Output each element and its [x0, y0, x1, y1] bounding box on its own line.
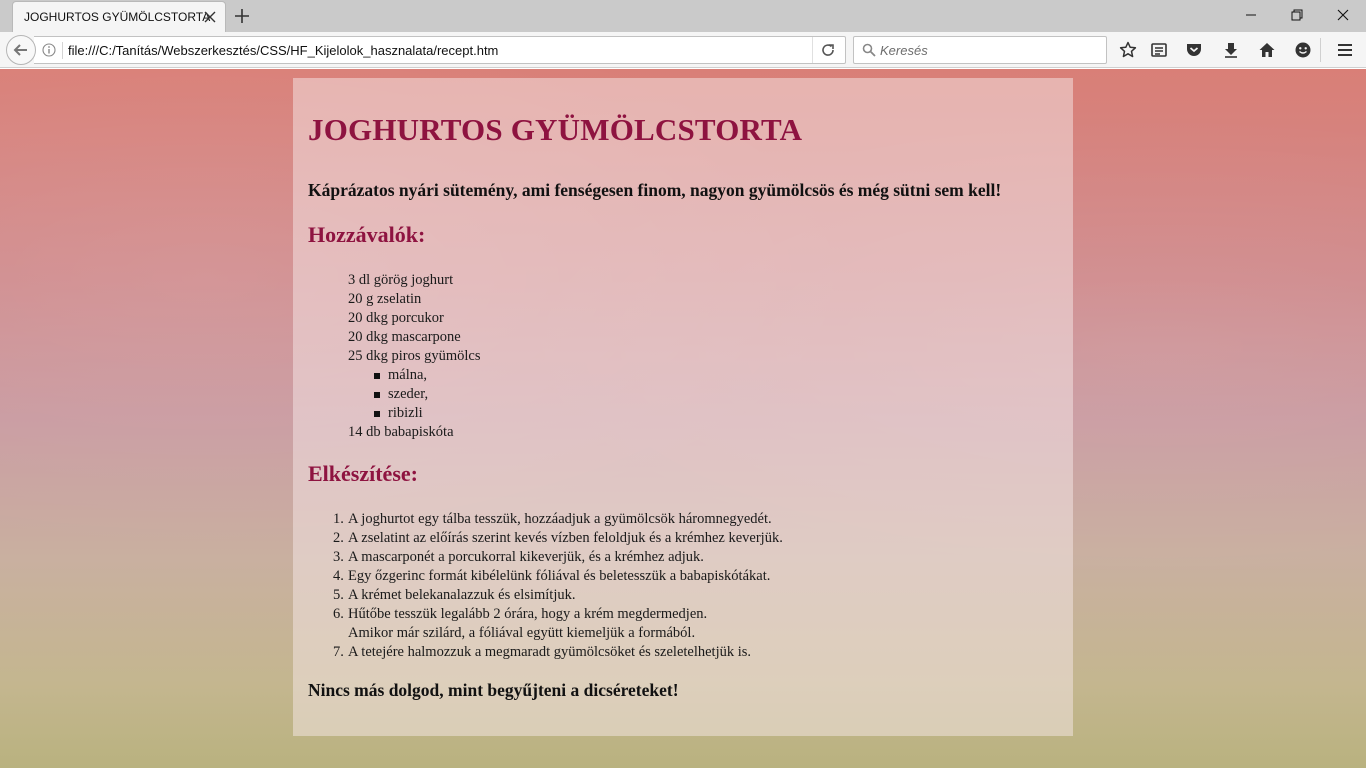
downloads-button[interactable] — [1221, 40, 1241, 60]
step-number: 6. — [333, 606, 344, 622]
title-bar: JOGHURTOS GYÜMÖLCSTORTA — [0, 0, 1366, 32]
search-icon — [862, 43, 876, 57]
intro-text: Káprázatos nyári sütemény, ami fenségese… — [308, 180, 1002, 200]
restore-button[interactable] — [1274, 0, 1320, 30]
bookmarks-list-icon — [1151, 43, 1167, 57]
step-number: 2. — [333, 530, 344, 546]
step-text: Hűtőbe tesszük legalább 2 órára, hogy a … — [348, 606, 708, 622]
step-text: A tetejére halmozzuk a megmaradt gyümölc… — [348, 644, 752, 660]
minimize-icon — [1246, 14, 1256, 16]
menu-button[interactable] — [1335, 40, 1355, 60]
navigation-toolbar: file:///C:/Tanítás/Webszerkesztés/CSS/HF… — [0, 32, 1366, 68]
ingredients-heading: Hozzávalók: — [308, 222, 426, 247]
close-window-button[interactable] — [1320, 0, 1366, 30]
fruit-item: málna, — [374, 366, 481, 385]
page-viewport: JOGHURTOS GYÜMÖLCSTORTA Káprázatos nyári… — [0, 69, 1366, 768]
ingredient-label: 25 dkg piros gyümölcs — [348, 348, 481, 364]
close-tab-icon[interactable] — [202, 9, 218, 25]
bookmark-star-button[interactable] — [1118, 40, 1138, 60]
search-box[interactable] — [853, 36, 1107, 64]
closing-text: Nincs más dolgod, mint begyűjteni a dics… — [308, 680, 679, 700]
bookmarks-menu-button[interactable] — [1149, 40, 1169, 60]
step-text: A joghurtot egy tálba tesszük, hozzáadju… — [348, 511, 772, 527]
toolbar-separator — [1320, 38, 1321, 62]
ingredient-item: 20 dkg mascarpone — [348, 329, 461, 345]
ingredient-item: 3 dl görög joghurt — [348, 272, 454, 288]
star-icon — [1119, 41, 1137, 58]
step-number: 1. — [333, 511, 344, 527]
recipe-content: JOGHURTOS GYÜMÖLCSTORTA Káprázatos nyári… — [293, 78, 1073, 736]
preparation-steps: 1. A joghurtot egy tálba tesszük, hozzáad… — [333, 510, 783, 662]
page-title: JOGHURTOS GYÜMÖLCSTORTA — [308, 112, 803, 147]
hamburger-menu-icon — [1338, 44, 1352, 56]
step-item: 2. A zselatint az előírás szerint kevés v… — [333, 529, 783, 548]
search-input[interactable] — [880, 40, 1100, 60]
step-text: A mascarponét a porcukorral kikeverjük, … — [348, 549, 704, 565]
back-arrow-icon — [13, 44, 27, 56]
preparation-heading: Elkészítése: — [308, 461, 418, 486]
step-item: 4. Egy őzgerinc formát kibélelünk fóliáva… — [333, 567, 783, 586]
fruit-sublist: málna, szeder, ribizli — [348, 366, 481, 423]
ingredient-item: 20 dkg porcukor — [348, 310, 444, 326]
step-number: 3. — [333, 549, 344, 565]
step-item: 6. Hűtőbe tesszük legalább 2 órára, hogy … — [333, 605, 783, 643]
step-item: 5. A krémet belekanalazzuk és elsimítjuk. — [333, 586, 783, 605]
address-bar[interactable]: file:///C:/Tanítás/Webszerkesztés/CSS/HF… — [34, 36, 846, 64]
ingredient-item: 20 g zselatin — [348, 291, 422, 307]
step-item: 1. A joghurtot egy tálba tesszük, hozzáad… — [333, 510, 783, 529]
step-number: 4. — [333, 568, 344, 584]
step-item: 7. A tetejére halmozzuk a megmaradt gyümö… — [333, 643, 783, 662]
ingredient-item-fruit: 25 dkg piros gyümölcs málna, szeder, rib… — [348, 347, 481, 423]
info-icon[interactable] — [42, 43, 56, 57]
restore-icon — [1291, 9, 1303, 21]
step-text-continued: Amikor már szilárd, a fóliával együtt ki… — [348, 625, 696, 641]
close-window-icon — [1337, 9, 1349, 21]
step-number: 5. — [333, 587, 344, 603]
tab-title: JOGHURTOS GYÜMÖLCSTORTA — [24, 10, 211, 24]
step-text: Egy őzgerinc formát kibélelünk fóliával … — [348, 568, 771, 584]
pocket-button[interactable] — [1184, 40, 1204, 60]
feedback-button[interactable] — [1293, 40, 1313, 60]
pocket-icon — [1187, 44, 1201, 56]
step-item: 3. A mascarponét a porcukorral kikeverjük… — [333, 548, 783, 567]
fruit-item: ribizli — [374, 404, 481, 423]
url-separator — [62, 42, 63, 59]
download-arrow-icon — [1225, 43, 1237, 58]
ingredients-list: 3 dl görög joghurt 20 g zselatin 20 dkg … — [348, 271, 481, 442]
ingredient-item: 14 db babapiskóta — [348, 424, 454, 440]
fruit-item: szeder, — [374, 385, 481, 404]
minimize-button[interactable] — [1228, 0, 1274, 30]
step-text: A krémet belekanalazzuk és elsimítjuk. — [348, 587, 576, 603]
browser-tab[interactable]: JOGHURTOS GYÜMÖLCSTORTA — [12, 1, 226, 32]
home-icon — [1259, 43, 1275, 57]
new-tab-icon[interactable] — [234, 8, 250, 24]
step-number: 7. — [333, 644, 344, 660]
back-button[interactable] — [6, 35, 36, 65]
reload-icon[interactable] — [820, 42, 836, 58]
smiley-icon — [1295, 42, 1311, 58]
home-button[interactable] — [1257, 40, 1277, 60]
reload-separator — [812, 37, 813, 63]
step-text: A zselatint az előírás szerint kevés víz… — [348, 530, 783, 546]
url-text[interactable]: file:///C:/Tanítás/Webszerkesztés/CSS/HF… — [68, 43, 498, 58]
